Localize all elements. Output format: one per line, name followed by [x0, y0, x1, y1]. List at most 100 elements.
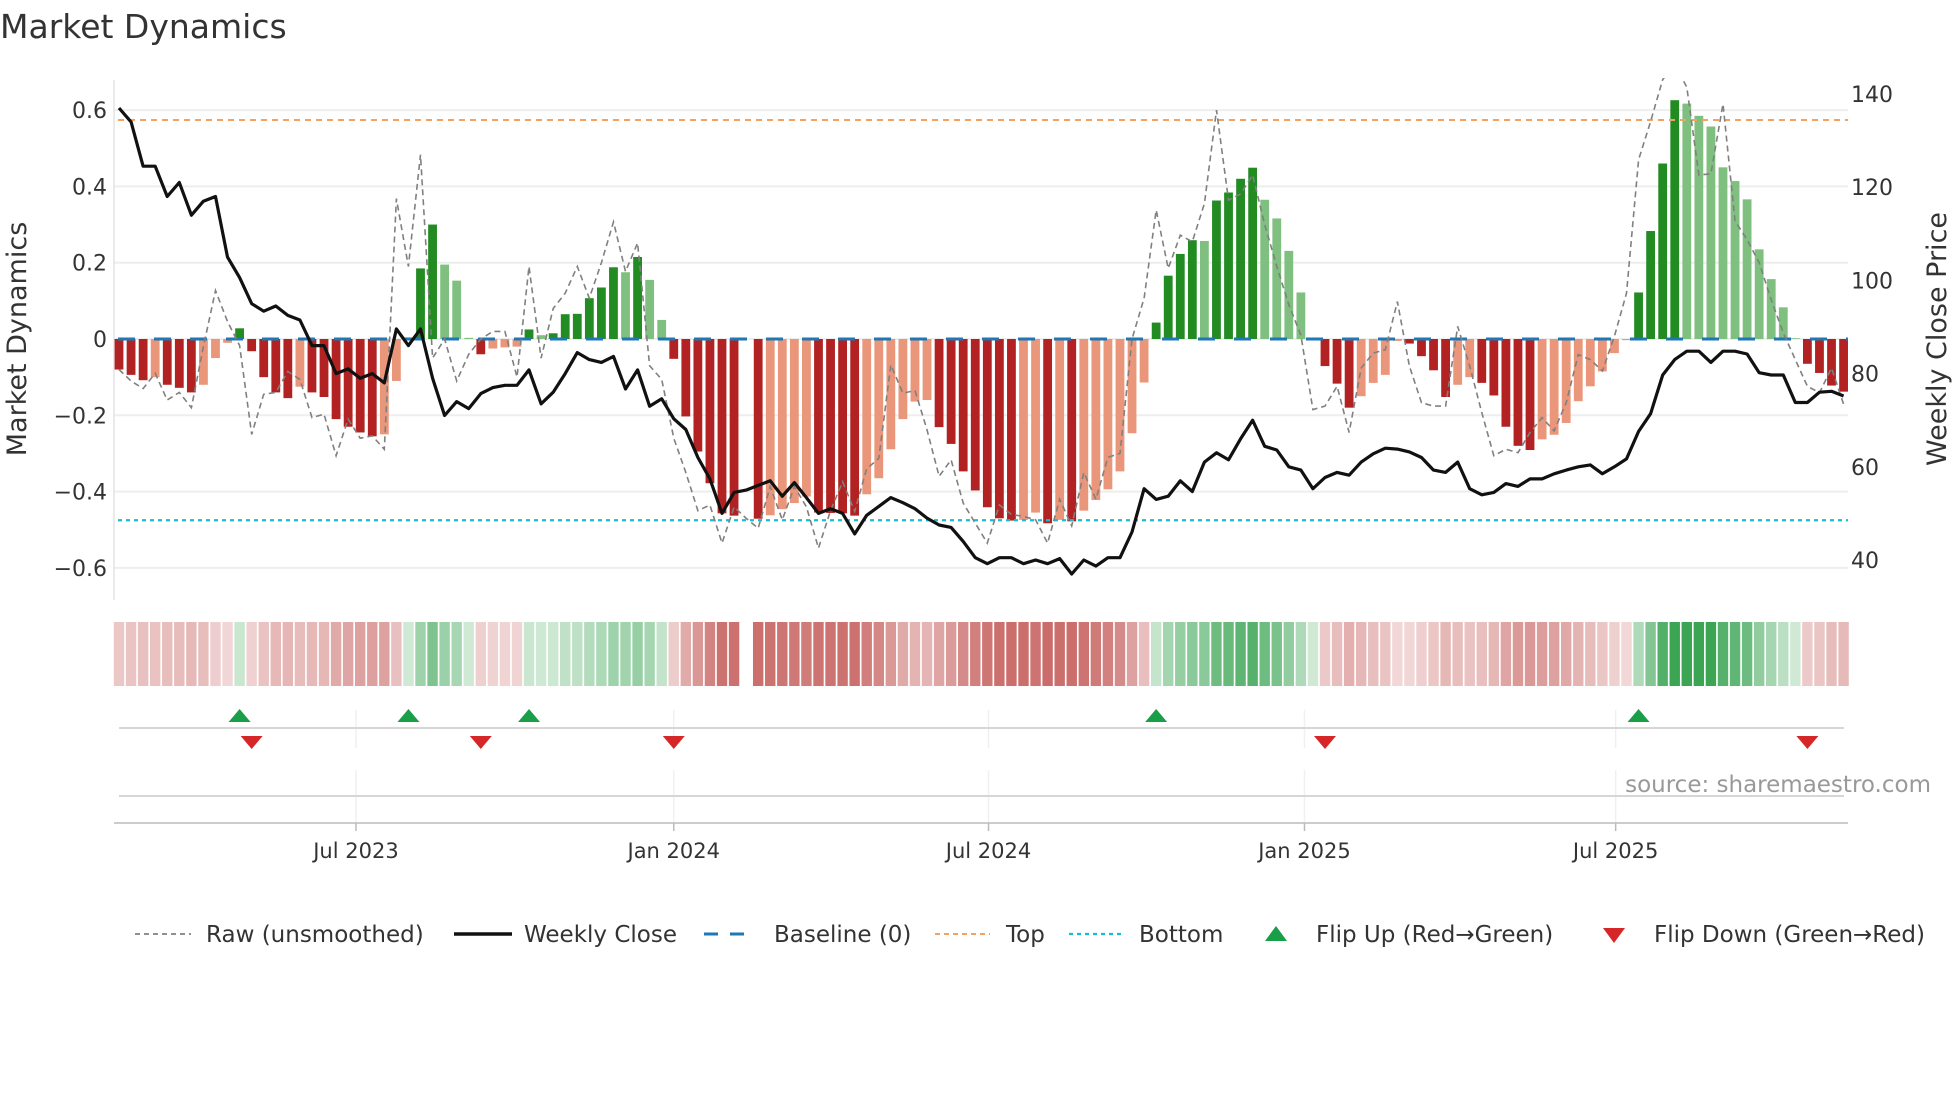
histogram-bar [814, 339, 823, 513]
band-cell [909, 622, 921, 686]
histogram-bar [669, 339, 679, 359]
band-cell [632, 622, 643, 686]
histogram-bar [1127, 339, 1137, 434]
band-cell [560, 622, 571, 686]
histogram-bar [1139, 339, 1149, 383]
band-cell [1018, 622, 1029, 686]
series-lines [117, 78, 1845, 576]
histogram-bar [681, 339, 691, 417]
band-cell [1428, 622, 1439, 686]
histogram-bar [898, 339, 908, 420]
histogram-bar [1573, 339, 1583, 402]
band-cell [692, 622, 704, 686]
chart-title: Market Dynamics [0, 7, 287, 46]
band-cell [511, 622, 523, 686]
source-label: source: sharemaestro.com [1625, 772, 1931, 798]
band-cell [1042, 622, 1053, 686]
x-tick-label: Jul 2024 [944, 839, 1031, 863]
histogram-bar [922, 339, 932, 401]
band-cell [897, 622, 909, 686]
histogram-bar [946, 339, 956, 444]
band-cell [379, 622, 390, 686]
y-axis-right: 140 120 100 80 60 40 [1851, 83, 1893, 574]
legend-item-close: Weekly Close [454, 922, 677, 948]
band-cell [186, 622, 197, 686]
band-cell [584, 622, 595, 686]
band-cell [1440, 622, 1451, 686]
histogram-bar [1091, 339, 1101, 500]
band-cell [752, 622, 764, 686]
band-cell [535, 622, 547, 686]
market-dynamics-chart: Market Dynamics 0.6 0.4 0.2 0 −0.2 −0.4 −0.6 1… [0, 7, 1953, 948]
legend-label: Bottom [1139, 922, 1223, 948]
band-cell [728, 622, 740, 686]
histogram-bar [247, 339, 257, 352]
band-cell [1054, 622, 1065, 686]
band-cell [1114, 622, 1126, 686]
flip-up-marker [518, 709, 541, 722]
legend-label: Baseline (0) [774, 922, 911, 948]
histogram-bar [982, 339, 992, 508]
legend-item-bottom: Bottom [1069, 922, 1223, 948]
band-cell [801, 622, 812, 686]
y-tick-label: 0.4 [72, 175, 107, 200]
histogram-bar [1622, 339, 1631, 341]
histogram-bar [1670, 100, 1680, 339]
x-tick-label: Jan 2025 [1256, 839, 1351, 863]
y-right-tick-label: 40 [1851, 549, 1879, 574]
histogram-bar [1839, 339, 1848, 392]
histogram-bar [1067, 339, 1077, 522]
histogram-bar [705, 339, 715, 484]
weekly-close-line [117, 106, 1845, 576]
histogram-bar [271, 339, 281, 393]
x-tick-label: Jan 2024 [626, 839, 721, 863]
band-cell [1548, 622, 1560, 686]
histogram-bar [934, 339, 944, 428]
histogram-bar [609, 267, 618, 339]
band-cell [222, 622, 233, 686]
flip-down-marker [469, 736, 492, 749]
histogram-bar [1103, 339, 1113, 490]
band-cell [415, 622, 426, 686]
flip-markers-panel [119, 709, 1844, 822]
band-cell [1199, 622, 1210, 686]
band-cell [463, 622, 474, 686]
band-cell [1102, 622, 1114, 686]
histogram-bar [584, 298, 594, 339]
band-cell [1368, 622, 1379, 686]
band-cell [282, 622, 294, 686]
histogram-bar [753, 339, 763, 519]
band-cell [1585, 622, 1596, 686]
legend-label: Weekly Close [524, 922, 677, 948]
band-cell [680, 622, 692, 686]
legend-item-top: Top [935, 922, 1045, 948]
flip-up-marker [1145, 709, 1168, 722]
band-cell [1717, 622, 1729, 686]
histogram-bar [717, 339, 727, 514]
band-cell [1150, 622, 1162, 686]
flip-down-icon [1603, 928, 1625, 943]
band-cell [523, 622, 535, 686]
band-cell [306, 622, 318, 686]
histogram-bar [1175, 253, 1185, 339]
band-cell [149, 622, 161, 686]
band-cell [1235, 622, 1246, 686]
band-cell [1561, 622, 1572, 686]
legend-item-raw: Raw (unsmoothed) [135, 922, 424, 948]
histogram-bar [1501, 339, 1511, 427]
histogram-bar [1537, 339, 1547, 440]
histogram-bar [1163, 275, 1173, 339]
flip-down-marker [662, 736, 685, 749]
y-axis-right-label: Weekly Close Price [1922, 212, 1953, 466]
histogram-bar [114, 339, 124, 370]
histogram-bar [729, 339, 739, 516]
histogram-bar [452, 280, 462, 339]
band-cell [137, 622, 149, 686]
flip-down-marker [240, 736, 263, 749]
band-cell [1705, 622, 1717, 686]
histogram-bar [1007, 339, 1016, 521]
histogram-bar [1200, 240, 1209, 339]
band-cell [656, 622, 667, 686]
flip-down-marker [1314, 736, 1336, 749]
band-cell [1476, 622, 1487, 686]
